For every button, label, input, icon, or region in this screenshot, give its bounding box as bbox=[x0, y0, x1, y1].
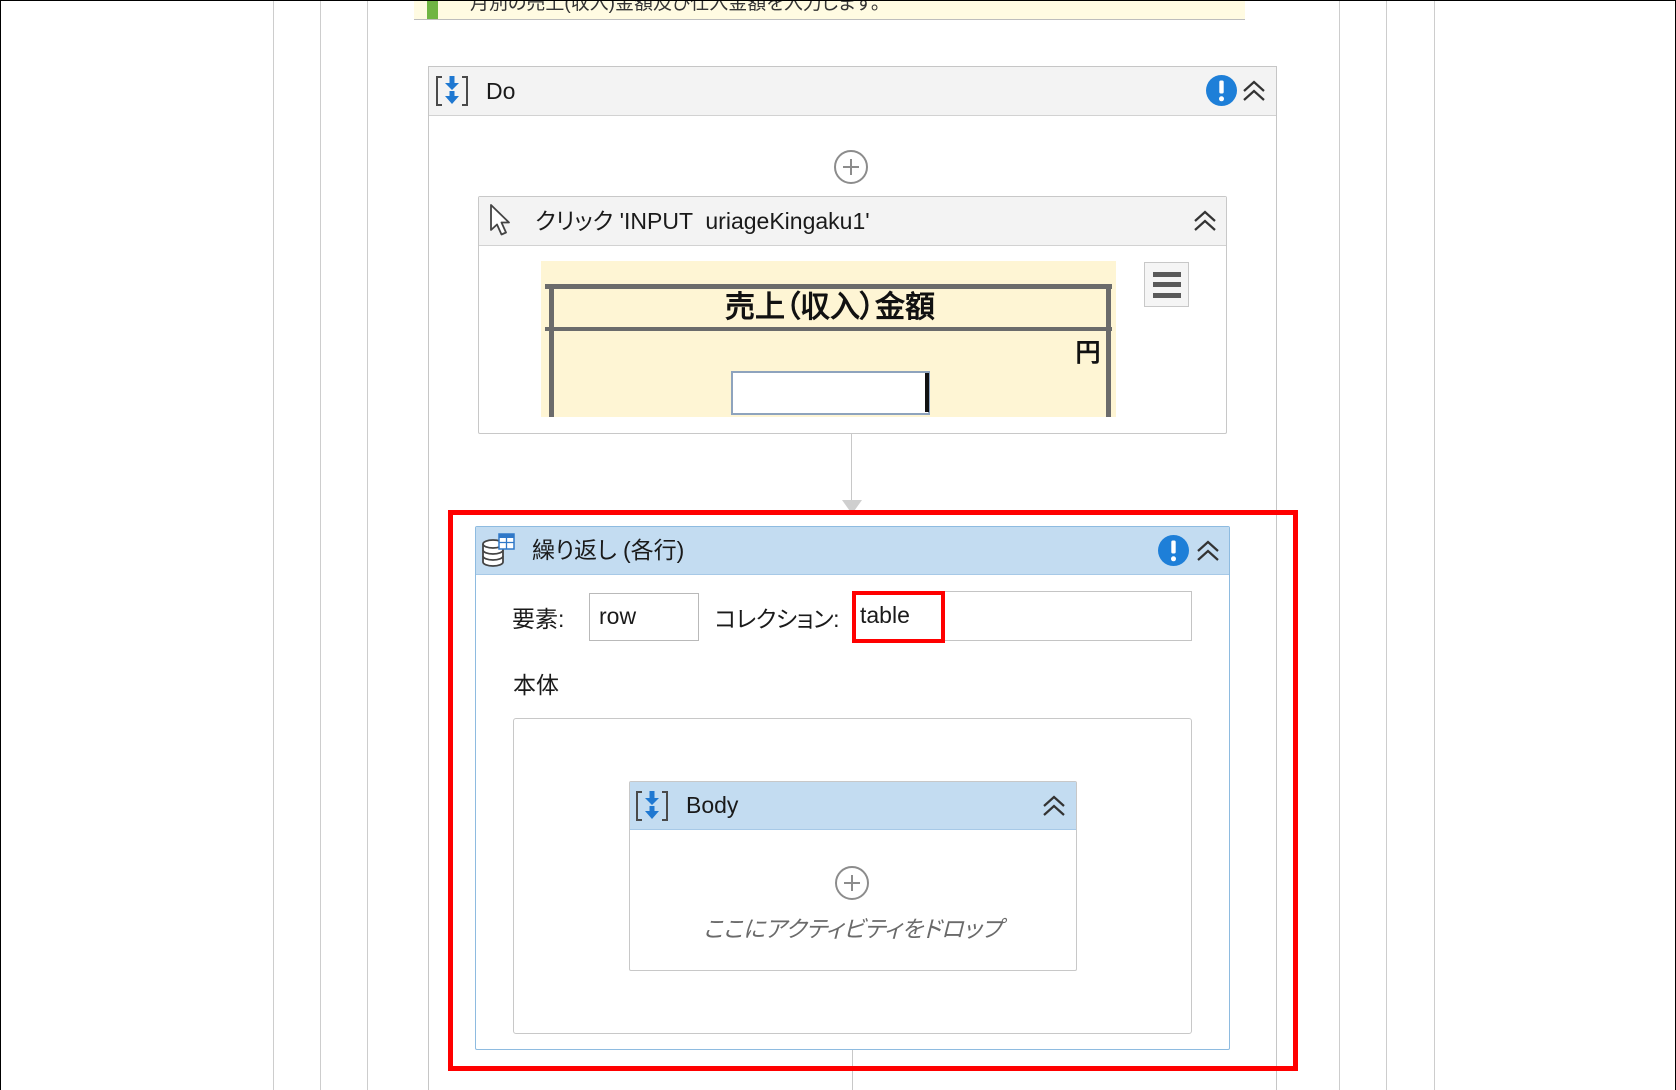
screenshot-heading: 売上（収入）金額 bbox=[725, 291, 935, 324]
annotation-banner: 月別の売上(収入)金額及び仕入金額を入力します。 bbox=[414, 1, 1245, 20]
add-activity-icon[interactable] bbox=[833, 149, 869, 185]
outer-container-border bbox=[1339, 0, 1340, 1090]
for-each-title: 繰り返し (各行) bbox=[532, 537, 685, 563]
outer-container-border bbox=[273, 0, 274, 1090]
screenshot-input-box bbox=[731, 371, 930, 415]
screenshot-unit: 円 bbox=[1075, 339, 1101, 367]
body-sequence[interactable]: Body ここにアクティビティをドロップ bbox=[629, 781, 1077, 971]
hamburger-menu-icon[interactable] bbox=[1144, 262, 1189, 307]
double-chevron-up-icon[interactable] bbox=[1241, 78, 1267, 104]
double-chevron-up-icon[interactable] bbox=[1195, 538, 1221, 564]
screenshot-table-border bbox=[545, 327, 1112, 331]
menu-bar bbox=[1153, 272, 1181, 277]
for-each-header[interactable]: 繰り返し (各行) bbox=[476, 527, 1229, 575]
add-activity-icon[interactable] bbox=[834, 865, 870, 901]
body-sequence-title: Body bbox=[686, 792, 739, 818]
screenshot-table-border bbox=[1106, 284, 1111, 417]
outer-container-border bbox=[1386, 0, 1387, 1090]
click-activity-header[interactable]: クリック 'INPUT uriageKingaku1' bbox=[479, 197, 1226, 246]
sequence-icon bbox=[634, 788, 670, 824]
flow-connector bbox=[852, 1050, 853, 1090]
annotation-text: 月別の売上(収入)金額及び仕入金額を入力します。 bbox=[470, 1, 881, 14]
body-label: 本体 bbox=[513, 672, 559, 698]
click-activity[interactable]: クリック 'INPUT uriageKingaku1' 売上（収入）金額 円 bbox=[478, 196, 1227, 434]
screenshot-text-cursor bbox=[925, 373, 929, 412]
sequence-icon bbox=[434, 73, 470, 109]
do-sequence-title: Do bbox=[486, 78, 516, 104]
double-chevron-up-icon[interactable] bbox=[1192, 208, 1218, 234]
collection-input[interactable]: table bbox=[852, 591, 1192, 641]
outer-container-border bbox=[320, 0, 321, 1090]
do-sequence-header[interactable]: Do bbox=[429, 67, 1276, 116]
body-container: Body ここにアクティビティをドロップ bbox=[513, 718, 1192, 1034]
click-activity-title: クリック 'INPUT uriageKingaku1' bbox=[535, 208, 870, 234]
collection-label: コレクション: bbox=[714, 606, 840, 632]
do-sequence[interactable]: Do クリック 'INPUT uriageKingaku1' 売上（収入）金額 … bbox=[428, 66, 1277, 1090]
double-chevron-up-icon[interactable] bbox=[1041, 793, 1067, 819]
connector-arrow-icon bbox=[842, 500, 862, 516]
drop-zone-hint: ここにアクティビティをドロップ bbox=[703, 916, 1003, 942]
body-sequence-header[interactable]: Body bbox=[630, 782, 1076, 830]
target-element-screenshot: 売上（収入）金額 円 bbox=[541, 261, 1116, 417]
annotation-marker bbox=[427, 1, 438, 19]
outer-container-border bbox=[367, 0, 368, 1090]
item-label: 要素: bbox=[512, 606, 565, 632]
warning-icon[interactable] bbox=[1205, 74, 1238, 107]
outer-container-border bbox=[1434, 0, 1435, 1090]
data-table-icon bbox=[481, 532, 517, 568]
menu-bar bbox=[1153, 293, 1181, 298]
warning-icon[interactable] bbox=[1157, 534, 1190, 567]
for-each-row-activity[interactable]: 繰り返し (各行) 要素: row コレクション: table 本体 Body bbox=[475, 526, 1230, 1050]
menu-bar bbox=[1153, 282, 1181, 287]
mouse-pointer-icon bbox=[487, 203, 515, 237]
item-name-input[interactable]: row bbox=[589, 593, 699, 641]
